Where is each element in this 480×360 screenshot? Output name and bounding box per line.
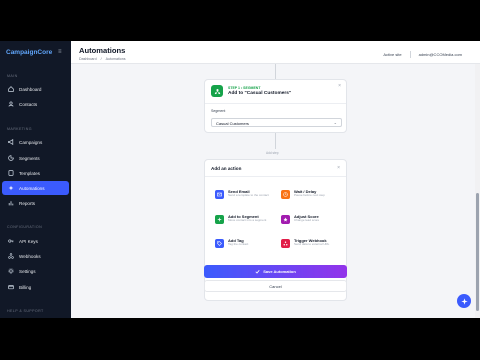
sidebar-item-reports[interactable]: Reports: [2, 196, 69, 210]
score-icon: [281, 215, 290, 224]
sidebar-item-contacts[interactable]: Contacts: [2, 97, 69, 111]
section-label-help: HELP & SUPPORT: [7, 309, 44, 313]
chevron-down-icon: ⌄: [333, 120, 337, 125]
sidebar-item-label: Segments: [19, 155, 40, 161]
header-user-area: Active site admin@CCOMedia.com: [383, 51, 462, 58]
action-description: Move contact into a segment: [228, 218, 267, 222]
action-trigger-webhook[interactable]: Trigger Webhook Send data to external UR…: [277, 236, 341, 256]
segment-add-icon: [215, 215, 224, 224]
webhook-icon: [8, 253, 14, 259]
header-divider: [409, 51, 411, 58]
action-description: Change lead score: [294, 218, 320, 222]
template-icon: [8, 170, 14, 176]
segment-select[interactable]: Casual Customers ⌄: [211, 118, 342, 127]
sidebar: CampaignCore ≡ MAIN Dashboard Contacts M…: [0, 41, 71, 318]
megaphone-icon: [8, 139, 14, 145]
action-description: Tag the contact: [228, 242, 249, 246]
step-title: Add to "Casual Customers": [228, 91, 292, 96]
sidebar-item-dashboard[interactable]: Dashboard: [2, 82, 69, 96]
cancel-button-label: Cancel: [269, 283, 282, 289]
sidebar-item-label: Settings: [19, 268, 36, 274]
sidebar-item-webhooks[interactable]: Webhooks: [2, 249, 69, 263]
segment-field-label: Segment: [211, 109, 226, 113]
page-title: Automations: [79, 46, 126, 55]
close-icon[interactable]: ×: [337, 165, 340, 171]
mail-icon: [215, 190, 224, 199]
segment-select-value: Casual Customers: [216, 121, 249, 126]
sidebar-item-label: Reports: [19, 200, 36, 206]
action-adjust-score[interactable]: Adjust Score Change lead score: [277, 212, 341, 232]
breadcrumb: Dashboard / Automations: [79, 57, 126, 61]
card-icon: [8, 285, 14, 290]
site-status: Active site: [383, 52, 402, 57]
brand-logo[interactable]: CampaignCore: [6, 49, 52, 56]
automation-icon: [8, 185, 14, 191]
tag-icon: [215, 239, 224, 248]
sidebar-item-label: Contacts: [19, 101, 38, 107]
app-window: CampaignCore ≡ MAIN Dashboard Contacts M…: [0, 41, 480, 318]
sidebar-item-settings[interactable]: Settings: [2, 264, 69, 278]
breadcrumb-separator: /: [100, 57, 102, 61]
section-label-main: MAIN: [7, 74, 18, 78]
action-wait-delay[interactable]: Wait / Delay Pause before next step: [277, 187, 341, 207]
sidebar-item-segments[interactable]: Segments: [2, 151, 69, 165]
key-icon: [8, 239, 14, 243]
section-label-configuration: CONFIGURATION: [7, 225, 43, 229]
chart-icon: [8, 201, 14, 206]
flow-connector: [275, 64, 276, 79]
sidebar-item-label: Dashboard: [19, 86, 42, 92]
sidebar-item-label: API Keys: [19, 238, 38, 244]
action-description: Pause before next step: [294, 193, 325, 197]
action-description: Send data to external URL: [294, 242, 330, 246]
step-label: STEP 1 • SEGMENT: [228, 86, 261, 90]
flow-connector: [275, 133, 276, 149]
trigger-step-card[interactable]: STEP 1 • SEGMENT Add to "Casual Customer…: [204, 79, 347, 133]
top-header: Automations Dashboard / Automations Acti…: [71, 41, 480, 64]
save-button-label: Save Automation: [263, 269, 296, 274]
segment-icon: [8, 155, 14, 161]
sparkle-icon: [460, 297, 468, 305]
sidebar-item-billing[interactable]: Billing: [2, 280, 69, 294]
check-icon: [255, 269, 260, 274]
sidebar-item-label: Billing: [19, 284, 32, 290]
webhook-icon: [281, 239, 290, 248]
section-label-marketing: MARKETING: [7, 127, 32, 131]
segment-step-icon: [211, 85, 223, 97]
sidebar-item-label: Campaigns: [19, 139, 43, 145]
action-description: Send a template to the contact: [228, 193, 269, 197]
add-step-label[interactable]: Add step: [266, 151, 279, 155]
action-add-to-segment[interactable]: Add to Segment Move contact into a segme…: [211, 212, 275, 232]
sidebar-item-automations[interactable]: Automations: [2, 181, 69, 195]
divider: [205, 176, 346, 177]
action-send-email[interactable]: Send Email Send a template to the contac…: [211, 187, 275, 207]
home-icon: [8, 86, 14, 92]
action-add-tag[interactable]: Add Tag Tag the contact: [211, 236, 275, 256]
collapse-sidebar-icon[interactable]: ≡: [58, 49, 62, 55]
scrollbar-thumb[interactable]: [476, 193, 479, 311]
breadcrumb-link-dashboard[interactable]: Dashboard: [79, 57, 97, 61]
user-email[interactable]: admin@CCOMedia.com: [419, 52, 462, 57]
sidebar-item-label: Templates: [19, 170, 40, 176]
sidebar-item-campaigns[interactable]: Campaigns: [2, 135, 69, 149]
clock-icon: [281, 190, 290, 199]
breadcrumb-current: Automations: [105, 57, 126, 61]
save-automation-button[interactable]: Save Automation: [204, 265, 347, 278]
sidebar-item-label: Webhooks: [19, 253, 41, 259]
assistant-fab-button[interactable]: [457, 294, 471, 308]
users-icon: [8, 101, 14, 107]
sidebar-item-label: Automations: [19, 185, 45, 191]
cancel-button[interactable]: Cancel: [204, 280, 347, 292]
add-action-title: Add an action: [211, 166, 242, 171]
sidebar-item-templates[interactable]: Templates: [2, 166, 69, 180]
sidebar-item-api-keys[interactable]: API Keys: [2, 234, 69, 248]
remove-step-icon[interactable]: ×: [338, 83, 341, 89]
trigger-card-header: STEP 1 • SEGMENT Add to "Casual Customer…: [205, 80, 346, 104]
gear-icon: [8, 268, 14, 274]
